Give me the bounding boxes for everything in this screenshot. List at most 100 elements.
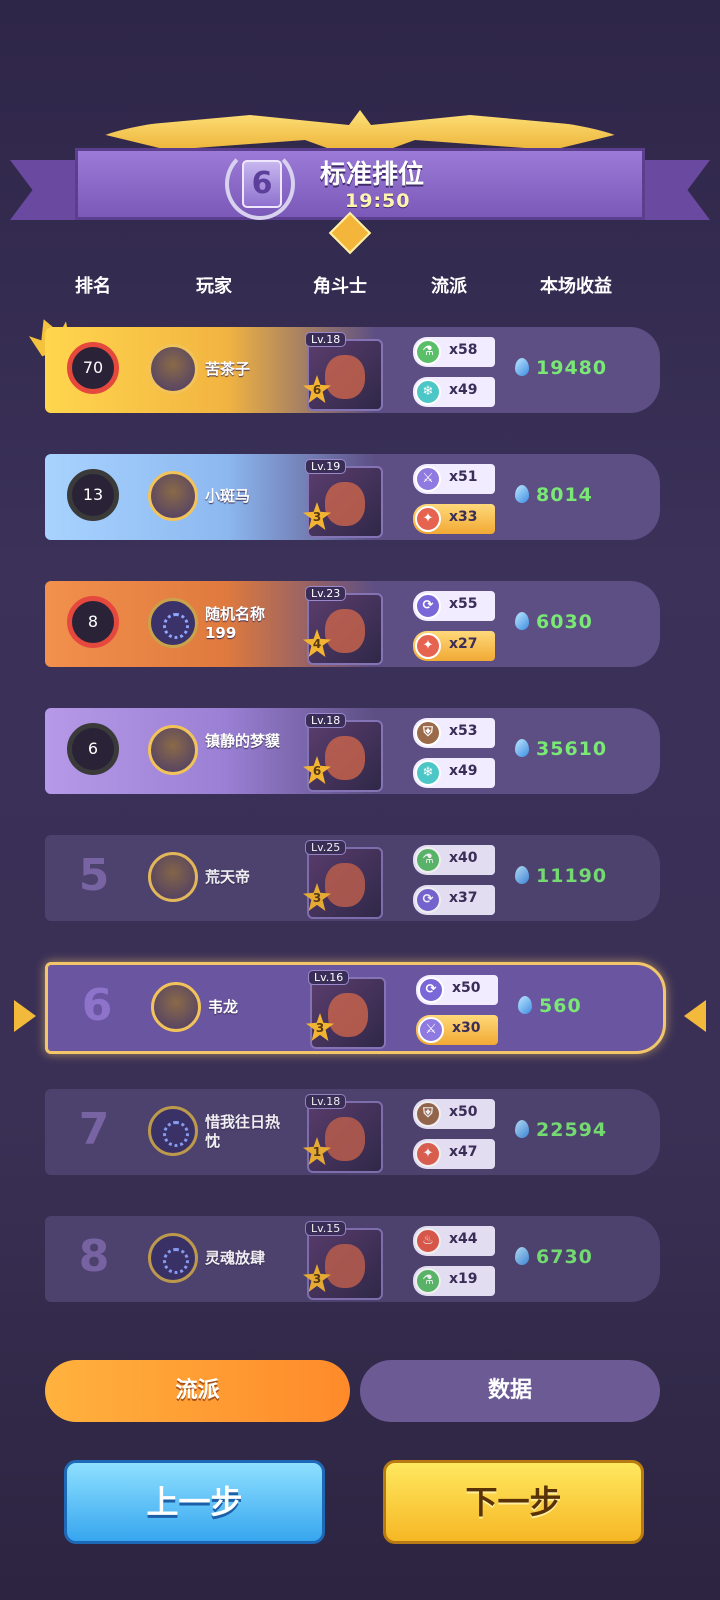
- player-name: 苦茶子: [205, 360, 251, 378]
- snowflake-icon: ❄: [415, 760, 441, 786]
- synergy-count: x33: [449, 509, 478, 525]
- crystal-icon: [515, 1247, 529, 1265]
- synergy-tag[interactable]: ⛨ x53: [413, 718, 495, 748]
- placement-number: 7: [78, 1104, 110, 1155]
- gladiator-level: Lv.16: [308, 970, 350, 985]
- gladiator-level: Lv.23: [305, 586, 347, 601]
- prev-button[interactable]: 上一步: [64, 1460, 325, 1544]
- player-row[interactable]: 70 苦茶子 Lv.18 6 ⚗ x58 ❄ x49 19480: [45, 327, 660, 413]
- synergy-tag[interactable]: ♨ x44: [413, 1226, 495, 1256]
- avatar[interactable]: [148, 344, 198, 394]
- placement-number: 6: [81, 980, 113, 1031]
- gladiator-portrait[interactable]: [307, 339, 383, 411]
- synergy-tag[interactable]: ✦ x33: [413, 504, 495, 534]
- synergy-tag[interactable]: ⟳ x50: [416, 975, 498, 1005]
- player-row[interactable]: 7 惜我往日热忱 Lv.18 1 ⛨ x50 ✦ x47 22594: [45, 1089, 660, 1175]
- gladiator-portrait[interactable]: [307, 847, 383, 919]
- crystal-icon: [518, 996, 532, 1014]
- player-name: 灵魂放肆: [205, 1249, 266, 1267]
- synergy-count: x49: [449, 763, 478, 779]
- earnings: 11190: [515, 865, 607, 887]
- claw-icon: ✦: [415, 1141, 441, 1167]
- synergy-count: x19: [449, 1271, 478, 1287]
- synergy-tag[interactable]: ⚔ x30: [416, 1015, 498, 1045]
- tier-number: 6: [242, 160, 282, 208]
- player-row[interactable]: 6 镇静的梦貘 Lv.18 6 ⛨ x53 ❄ x49 35610: [45, 708, 660, 794]
- tab-style[interactable]: 流派: [45, 1360, 350, 1422]
- player-row[interactable]: 5 荒天帝 Lv.25 3 ⚗ x40 ⟳ x37 11190: [45, 835, 660, 921]
- synergy-count: x37: [449, 890, 478, 906]
- synergy-count: x27: [449, 636, 478, 652]
- synergy-count: x47: [449, 1144, 478, 1160]
- avatar[interactable]: [148, 1106, 198, 1156]
- tab-data[interactable]: 数据: [360, 1360, 660, 1422]
- synergy-tag[interactable]: ✦ x27: [413, 631, 495, 661]
- synergy-tag[interactable]: ⚗ x19: [413, 1266, 495, 1296]
- rank-badge: 6: [67, 723, 119, 775]
- synergy-count: x49: [449, 382, 478, 398]
- synergy-tag[interactable]: ⚔ x51: [413, 464, 495, 494]
- shield-icon: ⛨: [415, 720, 441, 746]
- gladiator-level: Lv.18: [305, 713, 347, 728]
- gladiator-level: Lv.19: [305, 459, 347, 474]
- gladiator-level: Lv.18: [305, 1094, 347, 1109]
- synergy-tag[interactable]: ⟳ x37: [413, 885, 495, 915]
- avatar[interactable]: [148, 725, 198, 775]
- synergy-count: x44: [449, 1231, 478, 1247]
- crystal-icon: [515, 1120, 529, 1138]
- avatar[interactable]: [148, 1233, 198, 1283]
- header-rank: 排名: [75, 276, 111, 297]
- synergy-tag[interactable]: ⛨ x50: [413, 1099, 495, 1129]
- rank-badge: 70: [67, 342, 119, 394]
- synergy-tag[interactable]: ❄ x49: [413, 377, 495, 407]
- synergy-count: x50: [449, 1104, 478, 1120]
- earnings-value: 6730: [536, 1246, 593, 1268]
- fire-icon: ♨: [415, 1228, 441, 1254]
- gladiator-portrait[interactable]: [307, 466, 383, 538]
- earnings: 8014: [515, 484, 593, 506]
- potion-icon: ⚗: [415, 339, 441, 365]
- earnings: 560: [518, 995, 582, 1017]
- avatar[interactable]: [148, 598, 198, 648]
- header-earnings: 本场收益: [540, 276, 612, 297]
- claw-icon: ✦: [415, 633, 441, 659]
- header-gladiator: 角斗士: [313, 276, 367, 297]
- match-time: 19:50: [345, 190, 411, 212]
- synergy-tag[interactable]: ⟳ x55: [413, 591, 495, 621]
- current-player-arrow-right-icon: [684, 1000, 706, 1032]
- crystal-icon: [515, 612, 529, 630]
- gladiator-portrait[interactable]: [310, 977, 386, 1049]
- gladiator-portrait[interactable]: [307, 593, 383, 665]
- player-row[interactable]: 8 灵魂放肆 Lv.15 3 ♨ x44 ⚗ x19 6730: [45, 1216, 660, 1302]
- rank-banner: 6 标准排位 19:50: [0, 90, 720, 255]
- player-row[interactable]: 8 随机名称199 Lv.23 4 ⟳ x55 ✦ x27 6030: [45, 581, 660, 667]
- player-name: 镇静的梦貘: [205, 732, 281, 750]
- earnings: 35610: [515, 738, 607, 760]
- synergy-tag[interactable]: ✦ x47: [413, 1139, 495, 1169]
- header-player: 玩家: [196, 276, 232, 297]
- gladiator-portrait[interactable]: [307, 1101, 383, 1173]
- synergy-tag[interactable]: ❄ x49: [413, 758, 495, 788]
- synergy-tag[interactable]: ⚗ x58: [413, 337, 495, 367]
- gladiator-level: Lv.25: [305, 840, 347, 855]
- gladiator-portrait[interactable]: [307, 1228, 383, 1300]
- next-button[interactable]: 下一步: [383, 1460, 644, 1544]
- cycle-icon: ⟳: [418, 977, 444, 1003]
- cycle-icon: ⟳: [415, 887, 441, 913]
- synergy-count: x53: [449, 723, 478, 739]
- placement-number: 5: [78, 850, 110, 901]
- earnings: 6730: [515, 1246, 593, 1268]
- synergy-tag[interactable]: ⚗ x40: [413, 845, 495, 875]
- player-name: 小斑马: [205, 487, 251, 505]
- avatar[interactable]: [148, 852, 198, 902]
- player-name: 荒天帝: [205, 868, 251, 886]
- avatar[interactable]: [151, 982, 201, 1032]
- sword-icon: ⚔: [415, 466, 441, 492]
- gladiator-level: Lv.15: [305, 1221, 347, 1236]
- tier-badge: 6: [225, 148, 295, 220]
- earnings: 6030: [515, 611, 593, 633]
- player-row[interactable]: 13 小斑马 Lv.19 3 ⚔ x51 ✦ x33 8014: [45, 454, 660, 540]
- avatar[interactable]: [148, 471, 198, 521]
- gladiator-portrait[interactable]: [307, 720, 383, 792]
- player-row-self[interactable]: 6 韦龙 Lv.16 3 ⟳ x50 ⚔ x30 560: [45, 962, 666, 1054]
